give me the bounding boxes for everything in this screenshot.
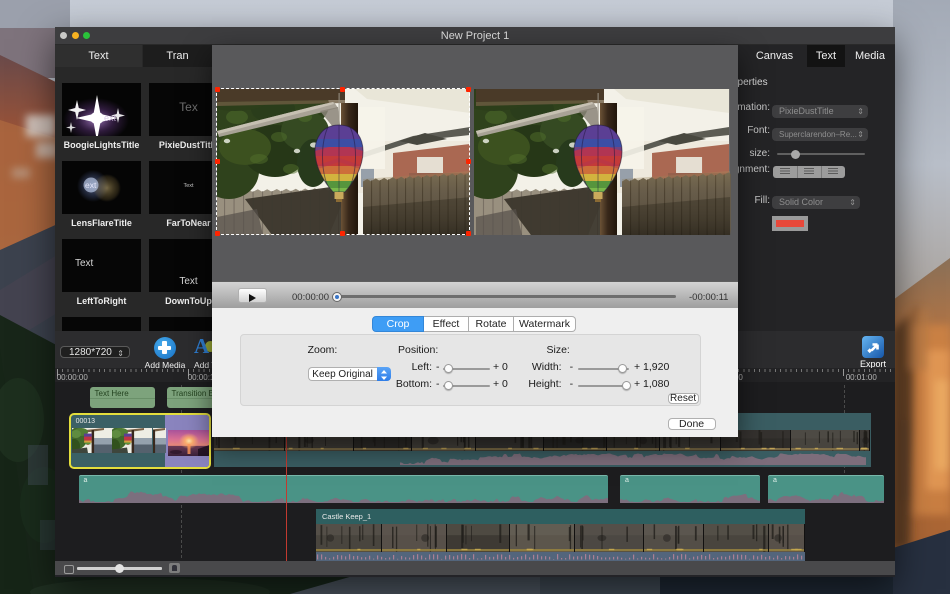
svg-text:ext: ext [104, 113, 117, 123]
svg-text:ext: ext [85, 180, 97, 190]
